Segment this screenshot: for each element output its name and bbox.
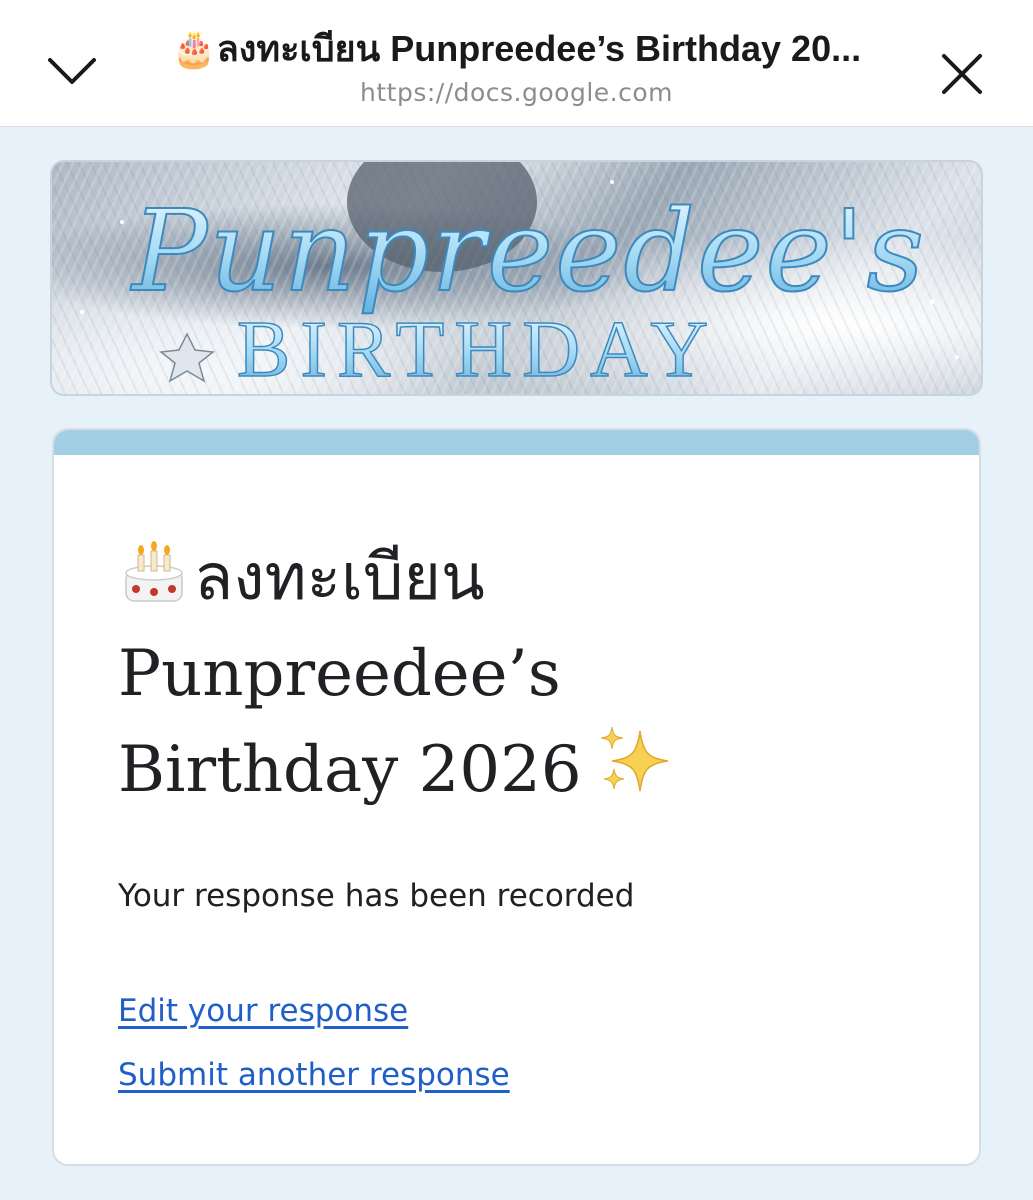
form-title-line-3: Birthday 2026 (118, 722, 938, 818)
form-title-line-2: Punpreedee’s (118, 637, 561, 711)
form-title: ลงทะเบียน Punpreedee’s Birthday 2026 (118, 530, 938, 818)
banner-artwork: Punpreedee's BIRTHDAY (80, 162, 959, 394)
page-url: https://docs.google.com (360, 78, 673, 107)
edit-response-link[interactable]: Edit your response (118, 993, 408, 1029)
form-header-image: Punpreedee's BIRTHDAY (50, 160, 983, 396)
form-card: ลงทะเบียน Punpreedee’s Birthday 2026 You… (52, 428, 981, 1166)
submit-another-response-link[interactable]: Submit another response (118, 1057, 510, 1093)
form-title-line-1: ลงทะเบียน (118, 530, 938, 626)
confirmation-message: Your response has been recorded (118, 878, 635, 914)
form-accent-bar (54, 430, 979, 455)
page-title: 🎂ลงทะเบียน Punpreedee’s Birthday 20... (171, 27, 862, 69)
birthday-cake-icon (125, 541, 183, 602)
banner-title-script: Punpreedee's (130, 187, 926, 317)
sheet-title-area: 🎂ลงทะเบียน Punpreedee’s Birthday 20... h… (120, 22, 913, 108)
close-button[interactable] (934, 50, 990, 98)
close-icon (942, 54, 982, 94)
browser-sheet-header: 🎂ลงทะเบียน Punpreedee’s Birthday 20... h… (0, 0, 1033, 127)
banner-title-caps: BIRTHDAY (237, 306, 718, 394)
form-title-year: Birthday 2026 (118, 733, 582, 807)
collapse-button[interactable] (44, 50, 100, 90)
chevron-down-icon (48, 58, 96, 84)
form-title-thai: ลงทะเบียน (194, 541, 485, 615)
sparkles-icon (600, 726, 668, 792)
